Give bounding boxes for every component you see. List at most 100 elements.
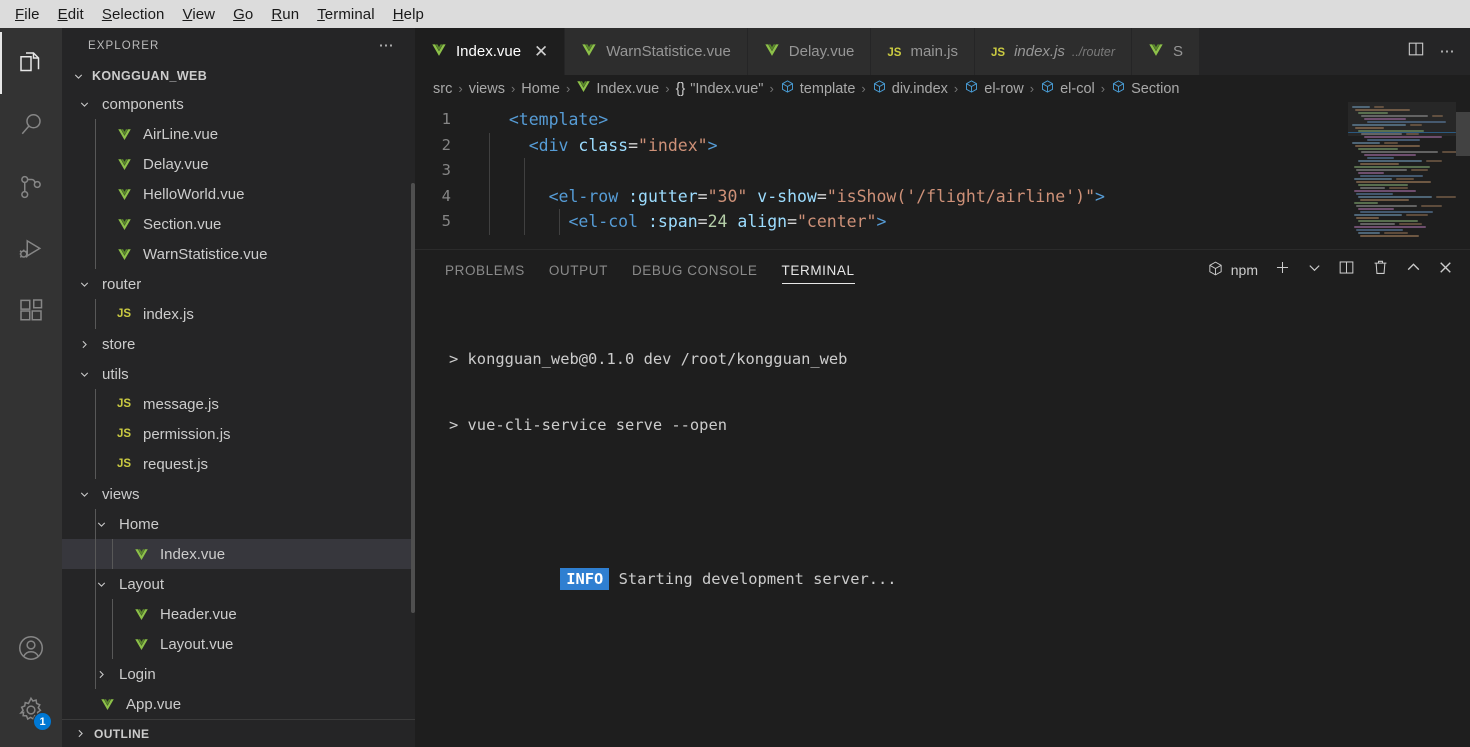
tree-item-login[interactable]: Login [62,659,415,689]
code-text[interactable]: <div class="index"> [477,132,718,158]
terminal-selector[interactable]: npm [1207,260,1258,280]
panel-tab-bar: PROBLEMS OUTPUT DEBUG CONSOLE TERMINAL npm [415,250,1470,290]
breadcrumb-label: Section [1131,80,1180,97]
code-text[interactable]: <el-row :gutter="30" v-show="isShow('/fl… [477,183,1105,209]
tree-item-components[interactable]: components [62,89,415,119]
run-and-debug-icon[interactable] [0,218,62,280]
menu-item-selection[interactable]: Selection [93,4,174,25]
tree-item-label: Home [119,515,160,533]
breadcrumb-item-views[interactable]: views [469,81,505,97]
tree-item-warnstatistice-vue[interactable]: WarnStatistice.vue [62,239,415,269]
tree-item-layout-vue[interactable]: Layout.vue [62,629,415,659]
menu-item-file[interactable]: File [6,4,49,25]
tree-item-store[interactable]: store [62,329,415,359]
menu-item-view[interactable]: View [173,4,224,25]
tree-item-delay-vue[interactable]: Delay.vue [62,149,415,179]
breadcrumb-separator: › [665,81,670,96]
breadcrumb[interactable]: src › views › Home › Index.vue › {} "Index.vue" › t… [415,75,1470,102]
editor-tab-delay-vue[interactable]: Delay.vue [747,28,872,75]
editor-actions: ⋯ [1391,28,1470,75]
explorer-icon[interactable] [0,32,62,94]
tree-item-index-js[interactable]: JS index.js [62,299,415,329]
close-panel-icon[interactable] [1437,259,1454,281]
menu-item-edit[interactable]: Edit [49,4,93,25]
breadcrumb-item-el-row[interactable]: el-row [964,79,1024,98]
tree-item-utils[interactable]: utils [62,359,415,389]
panel-tab-problems[interactable]: PROBLEMS [433,250,537,290]
file-tree[interactable]: KONGGUAN_WEB components AirLine.vue Delay.… [62,63,415,719]
close-icon[interactable]: ✕ [534,43,548,60]
outline-section-header[interactable]: OUTLINE [62,719,415,747]
menu-item-terminal[interactable]: Terminal [308,4,384,25]
chevron-down-icon[interactable] [1307,260,1322,280]
tree-item-helloworld-vue[interactable]: HelloWorld.vue [62,179,415,209]
breadcrumb-item-index-vue[interactable]: Index.vue [576,79,659,98]
code-lines[interactable]: 1 <template> 2 <div class="index"> 3 4 <el-… [415,102,1470,249]
symbol-cube-icon [1040,79,1055,98]
code-line[interactable]: 1 <template> [415,107,1470,133]
bottom-panel: PROBLEMS OUTPUT DEBUG CONSOLE TERMINAL npm [415,249,1470,747]
tree-item-airline-vue[interactable]: AirLine.vue [62,119,415,149]
editor-scrollbar-thumb[interactable] [1456,112,1470,156]
tree-item-app-vue[interactable]: App.vue [62,689,415,719]
editor-tab-index-vue[interactable]: Index.vue ✕ [415,28,566,75]
search-icon[interactable] [0,94,62,156]
extensions-icon[interactable] [0,280,62,342]
gear-icon[interactable]: 1 [0,679,62,741]
split-terminal-icon[interactable] [1337,258,1356,282]
panel-tab-output[interactable]: OUTPUT [537,250,620,290]
code-text[interactable] [477,158,525,184]
editor-tab-main-js[interactable]: JS main.js [871,28,975,75]
tab-label: Delay.vue [788,43,855,60]
tree-item-label: index.js [143,305,194,323]
breadcrumb-item--index-vue-[interactable]: {} "Index.vue" [676,81,764,97]
more-actions-icon[interactable]: ⋯ [1440,44,1457,59]
info-badge: INFO [560,568,610,590]
code-line[interactable]: 2 <div class="index"> [415,132,1470,158]
line-number: 5 [441,212,451,230]
tree-item-section-vue[interactable]: Section.vue [62,209,415,239]
tree-item-request-js[interactable]: JS request.js [62,449,415,479]
source-control-icon[interactable] [0,156,62,218]
code-line[interactable]: 5 <el-col :span=24 align="center"> [415,209,1470,235]
new-terminal-icon[interactable] [1273,258,1292,282]
tree-item-views[interactable]: views [62,479,415,509]
tree-item-home[interactable]: Home [62,509,415,539]
breadcrumb-item-section[interactable]: Section [1111,79,1179,98]
code-text[interactable]: <el-col :span=24 align="center"> [477,209,886,235]
maximize-panel-icon[interactable] [1405,259,1422,281]
breadcrumb-item-src[interactable]: src [433,81,452,97]
tree-item-message-js[interactable]: JS message.js [62,389,415,419]
editor-tab-index-js[interactable]: JS index.js ../router [974,28,1132,75]
tree-item-router[interactable]: router [62,269,415,299]
code-text[interactable]: <template> [477,107,608,133]
panel-tab-debug-console[interactable]: DEBUG CONSOLE [620,250,770,290]
terminal-output[interactable]: > kongguan_web@0.1.0 dev /root/kongguan_… [415,290,1470,747]
tree-item-index-vue[interactable]: Index.vue [62,539,415,569]
tree-item-permission-js[interactable]: JS permission.js [62,419,415,449]
menu-item-go[interactable]: Go [224,4,262,25]
minimap[interactable] [1348,102,1457,249]
breadcrumb-item-div-index[interactable]: div.index [872,79,948,98]
account-icon[interactable] [0,617,62,679]
breadcrumb-item-el-col[interactable]: el-col [1040,79,1095,98]
code-line[interactable]: 3 [415,158,1470,184]
editor-tab-s[interactable]: S [1132,28,1201,75]
tree-item-header-vue[interactable]: Header.vue [62,599,415,629]
workspace-root[interactable]: KONGGUAN_WEB [62,63,415,89]
code-editor[interactable]: 1 <template> 2 <div class="index"> 3 4 <el-… [415,102,1470,249]
tree-item-layout[interactable]: Layout [62,569,415,599]
split-editor-icon[interactable] [1406,39,1426,64]
menu-item-help[interactable]: Help [384,4,433,25]
kill-terminal-icon[interactable] [1371,258,1390,282]
code-line[interactable]: 4 <el-row :gutter="30" v-show="isShow('/… [415,183,1470,209]
menu-item-run[interactable]: Run [262,4,308,25]
breadcrumb-separator: › [1100,81,1106,96]
sidebar-more-actions-icon[interactable]: ⋯ [379,38,396,53]
editor-scrollbar[interactable] [1456,102,1470,249]
breadcrumb-item-home[interactable]: Home [521,81,560,97]
terminal-command-2: > vue-cli-service serve --open [449,416,727,434]
breadcrumb-item-template[interactable]: template [780,79,855,98]
panel-tab-terminal[interactable]: TERMINAL [770,250,867,290]
editor-tab-warnstatistice-vue[interactable]: WarnStatistice.vue [565,28,748,75]
